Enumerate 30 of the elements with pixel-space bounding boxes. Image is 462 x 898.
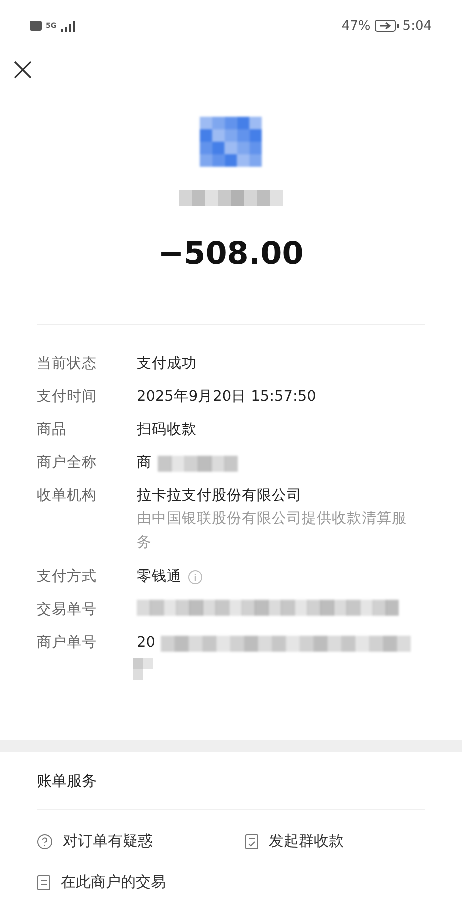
detail-label: 收单机构 <box>37 487 98 506</box>
detail-value: 商 <box>137 454 152 473</box>
detail-value: 20 <box>137 634 156 653</box>
detail-value: 2025年9月20日 15:57:50 <box>137 388 316 407</box>
redaction-mosaic <box>200 117 262 167</box>
section-title: 账单服务 <box>37 752 425 810</box>
detail-label: 支付时间 <box>37 388 98 407</box>
hd-icon <box>30 21 42 31</box>
detail-label: 当前状态 <box>37 355 98 374</box>
question-icon <box>37 834 53 850</box>
list-icon <box>37 874 51 890</box>
receipt-icon <box>245 834 259 850</box>
service-link[interactable]: 在此商户的交易 <box>37 873 245 892</box>
detail-note: 由中国银联股份有限公司提供收款清算服务 <box>137 510 408 553</box>
detail-value: 扫码收款 <box>137 421 197 440</box>
payment-amount: −508.00 <box>158 236 304 272</box>
detail-label: 商户全称 <box>37 454 98 473</box>
detail-label: 交易单号 <box>37 600 98 620</box>
detail-label: 商品 <box>37 420 68 440</box>
detail-label: 商户单号 <box>37 634 98 653</box>
detail-value: 支付成功 <box>137 355 197 374</box>
service-link[interactable]: 发起群收款 <box>245 832 425 851</box>
detail-value: 零钱通 <box>137 568 182 587</box>
detail-label: 支付方式 <box>37 568 98 587</box>
service-link[interactable]: 对订单有疑惑 <box>37 832 245 851</box>
close-icon[interactable] <box>14 61 32 79</box>
detail-value: 拉卡拉支付股份有限公司 <box>137 487 302 506</box>
battery-percent: 47% <box>342 18 371 34</box>
clock: 5:04 <box>402 18 432 34</box>
signal-icon <box>60 20 75 32</box>
